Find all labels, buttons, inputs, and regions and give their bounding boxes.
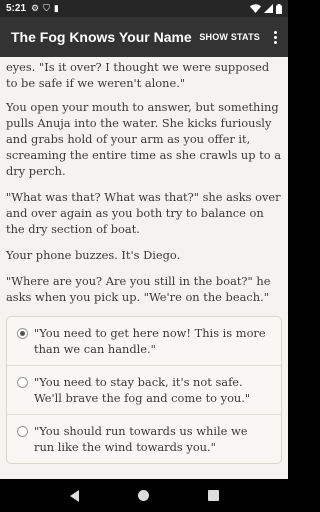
story-paragraph: "What was that? What was that?" she asks… (6, 190, 281, 236)
status-right-icons (250, 3, 282, 14)
show-stats-button[interactable]: SHOW STATS (195, 28, 264, 46)
story-paragraph: eyes. "Is it over? I thought we were sup… (6, 60, 270, 90)
choice-option-3[interactable]: "You should run towards us while we run … (7, 414, 281, 463)
recent-apps-icon[interactable] (207, 490, 219, 501)
choice-label: "You should run towards us while we run … (34, 424, 248, 454)
status-time: 5:21 (6, 3, 27, 14)
app-bar: The Fog Knows Your Name SHOW STATS (0, 17, 288, 57)
gear-icon: ⚙ (31, 3, 40, 13)
status-bar: 5:21 ⚙ ⛉ ▮ (0, 0, 288, 17)
battery-icon (276, 3, 282, 14)
system-nav-bar (0, 479, 288, 512)
radio-button[interactable] (17, 426, 28, 437)
choice-option-1[interactable]: "You need to get here now! This is more … (7, 317, 281, 365)
choice-list: "You need to get here now! This is more … (6, 316, 282, 464)
choice-label: "You need to stay back, it's not safe. W… (34, 375, 251, 405)
story-content: eyes. "Is it over? I thought we were sup… (0, 57, 288, 479)
app-title: The Fog Knows Your Name (11, 29, 192, 45)
choice-option-2[interactable]: "You need to stay back, it's not safe. W… (7, 365, 281, 414)
home-icon[interactable] (137, 490, 149, 501)
story-paragraph: Your phone buzzes. It's Diego. (6, 248, 181, 262)
choice-label: "You need to get here now! This is more … (34, 326, 266, 356)
story-paragraph: "Where are you? Are you still in the boa… (6, 274, 271, 304)
radio-button[interactable] (17, 328, 28, 339)
story-paragraph: You open your mouth to answer, but somet… (6, 100, 282, 178)
wifi-icon (250, 4, 261, 13)
shield-icon: ⛉ (43, 3, 50, 13)
more-vert-icon[interactable] (268, 30, 282, 44)
radio-button[interactable] (17, 377, 28, 388)
sim-icon: ▮ (53, 3, 59, 13)
signal-icon (264, 4, 273, 13)
back-icon[interactable] (69, 489, 79, 502)
